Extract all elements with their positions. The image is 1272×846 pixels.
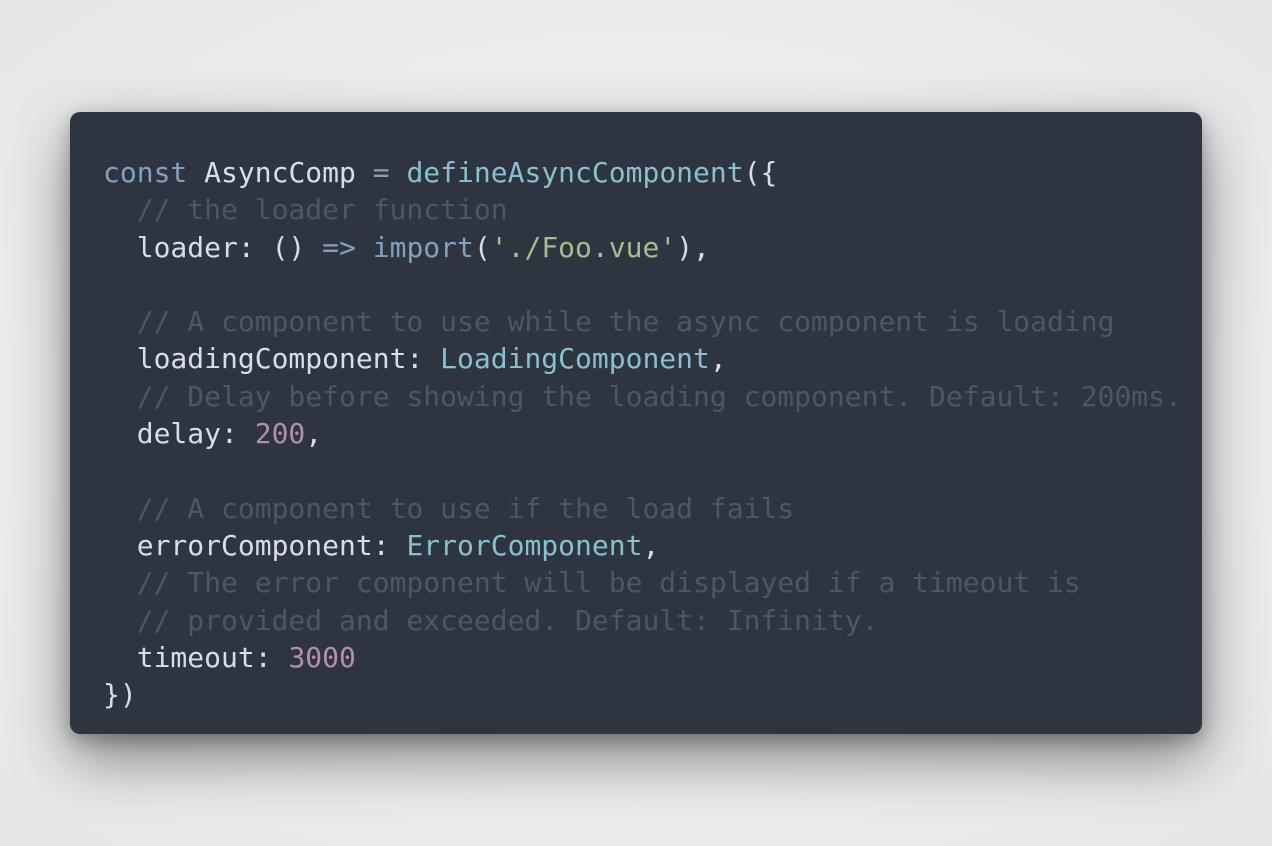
code-line: const AsyncComp = defineAsyncComponent({	[103, 154, 1182, 191]
code-snippet-window: const AsyncComp = defineAsyncComponent({…	[70, 112, 1202, 734]
code-line: // A component to use if the load fails	[103, 490, 1182, 527]
code-token-default-text: errorComponent:	[103, 528, 407, 562]
code-token-default-text: loader: ()	[103, 230, 323, 264]
code-token-comment: // A component to use while the async co…	[103, 305, 1115, 339]
code-token-comment: // A component to use if the load fails	[103, 491, 795, 525]
code-block: const AsyncComp = defineAsyncComponent({…	[103, 154, 1182, 713]
code-line: })	[103, 676, 1182, 713]
code-line: // The error component will be displayed…	[103, 564, 1182, 601]
code-token-function: LoadingComponent	[440, 342, 710, 376]
code-token-default-text: delay:	[103, 417, 255, 451]
code-token-string: './Foo.vue'	[490, 230, 677, 264]
code-line: timeout: 3000	[103, 639, 1182, 676]
code-token-default-text: ),	[676, 230, 710, 264]
code-token-number: 200	[254, 417, 306, 451]
code-token-default-text: ,	[642, 528, 660, 562]
code-token-default-text: (	[473, 230, 491, 264]
code-token-default-text: timeout:	[103, 640, 289, 674]
code-token-function: defineAsyncComponent	[406, 156, 744, 189]
code-token-operator: =	[372, 156, 390, 189]
code-token-comment: // the loader function	[103, 193, 508, 227]
code-token-keyword: import	[372, 230, 474, 264]
code-line: // the loader function	[103, 191, 1182, 228]
code-token-comment: // The error component will be displayed…	[103, 566, 1081, 600]
code-line: // A component to use while the async co…	[103, 303, 1182, 340]
code-token-function: ErrorComponent	[406, 528, 643, 562]
code-token-comment: // provided and exceeded. Default: Infin…	[103, 603, 879, 637]
code-token-default-text	[356, 231, 373, 264]
code-line: // provided and exceeded. Default: Infin…	[103, 602, 1182, 639]
code-token-operator: =>	[322, 230, 356, 264]
code-line: delay: 200,	[103, 415, 1182, 452]
code-line: errorComponent: ErrorComponent,	[103, 527, 1182, 564]
code-token-comment: // Delay before showing the loading comp…	[103, 379, 1182, 413]
code-line: loadingComponent: LoadingComponent,	[103, 340, 1182, 377]
code-line: // Delay before showing the loading comp…	[103, 378, 1182, 415]
code-token-default-text: ,	[709, 342, 727, 376]
code-token-default-text: AsyncComp	[187, 156, 373, 189]
code-token-default-text: })	[103, 678, 137, 712]
code-token-default-text: ({	[743, 156, 778, 189]
code-token-number: 3000	[288, 640, 356, 674]
code-token-default-text: ,	[305, 417, 323, 451]
code-token-default-text: loadingComponent:	[103, 342, 441, 376]
code-token-default-text	[390, 156, 407, 189]
code-line: loader: () => import('./Foo.vue'),	[103, 229, 1182, 266]
code-token-keyword: const	[103, 156, 188, 189]
